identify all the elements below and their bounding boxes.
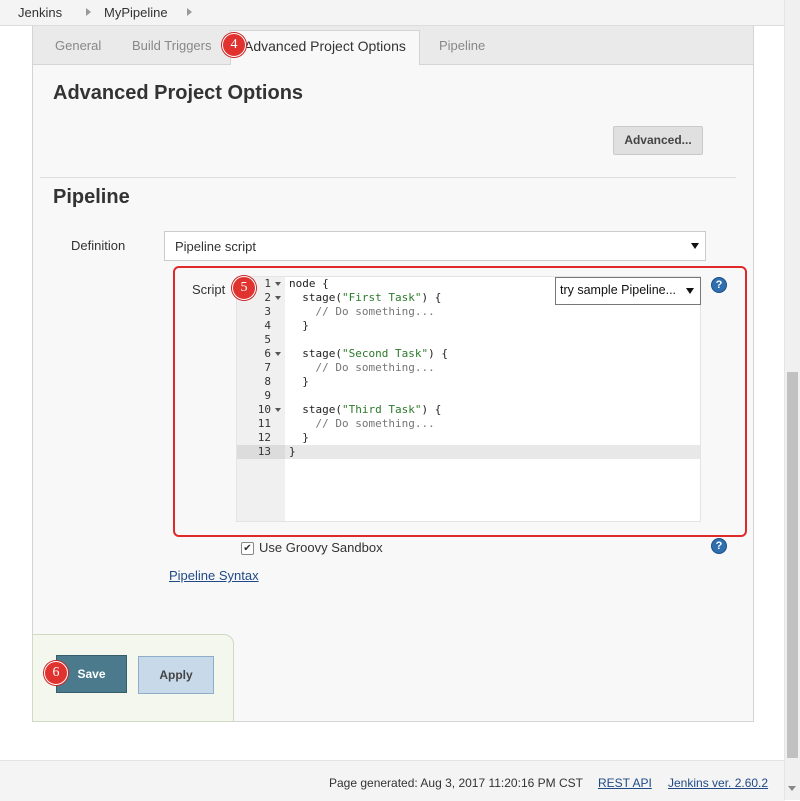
annotation-badge-6: 6 <box>44 661 68 685</box>
breadcrumb-separator-icon[interactable] <box>86 8 91 16</box>
apply-button[interactable]: Apply <box>138 656 214 694</box>
rest-api-link[interactable]: REST API <box>598 776 652 790</box>
annotation-badge-4: 4 <box>222 33 246 57</box>
breadcrumb-mypipeline[interactable]: MyPipeline <box>104 5 168 20</box>
pipeline-section-title: Pipeline <box>53 186 130 208</box>
sandbox-label: Use Groovy Sandbox <box>259 540 383 555</box>
scrollbar-thumb[interactable] <box>787 372 798 758</box>
page-footer: Page generated: Aug 3, 2017 11:20:16 PM … <box>0 760 785 801</box>
sandbox-checkbox[interactable]: ✔ <box>241 542 254 555</box>
definition-select-value: Pipeline script <box>175 239 256 254</box>
advanced-section-title: Advanced Project Options <box>53 82 304 104</box>
advanced-button[interactable]: Advanced... <box>613 126 703 155</box>
jenkins-version-link[interactable]: Jenkins ver. 2.60.2 <box>668 776 768 790</box>
breadcrumb-jenkins[interactable]: Jenkins <box>18 5 62 20</box>
scroll-down-arrow-icon[interactable] <box>788 786 796 791</box>
help-icon[interactable]: ? <box>711 538 727 554</box>
page-generated-text: Page generated: Aug 3, 2017 11:20:16 PM … <box>329 776 583 790</box>
tab-pipeline[interactable]: Pipeline <box>439 38 485 53</box>
annotation-badge-5: 5 <box>232 276 256 300</box>
section-divider <box>40 177 736 178</box>
chevron-down-icon <box>691 243 699 249</box>
breadcrumb-separator-icon[interactable] <box>187 8 192 16</box>
breadcrumb: Jenkins MyPipeline <box>0 0 785 26</box>
highlight-box-script <box>173 266 747 537</box>
pipeline-syntax-link[interactable]: Pipeline Syntax <box>169 568 259 583</box>
definition-select[interactable]: Pipeline script <box>164 231 706 261</box>
definition-label: Definition <box>71 238 126 253</box>
vertical-scrollbar[interactable] <box>784 0 800 800</box>
tab-bar: General Build Triggers Advanced Project … <box>33 26 753 65</box>
tab-advanced-project-options[interactable]: Advanced Project Options <box>230 30 420 65</box>
tab-build-triggers[interactable]: Build Triggers <box>132 38 211 53</box>
config-panel: General Build Triggers Advanced Project … <box>32 26 754 722</box>
tab-general[interactable]: General <box>55 38 101 53</box>
